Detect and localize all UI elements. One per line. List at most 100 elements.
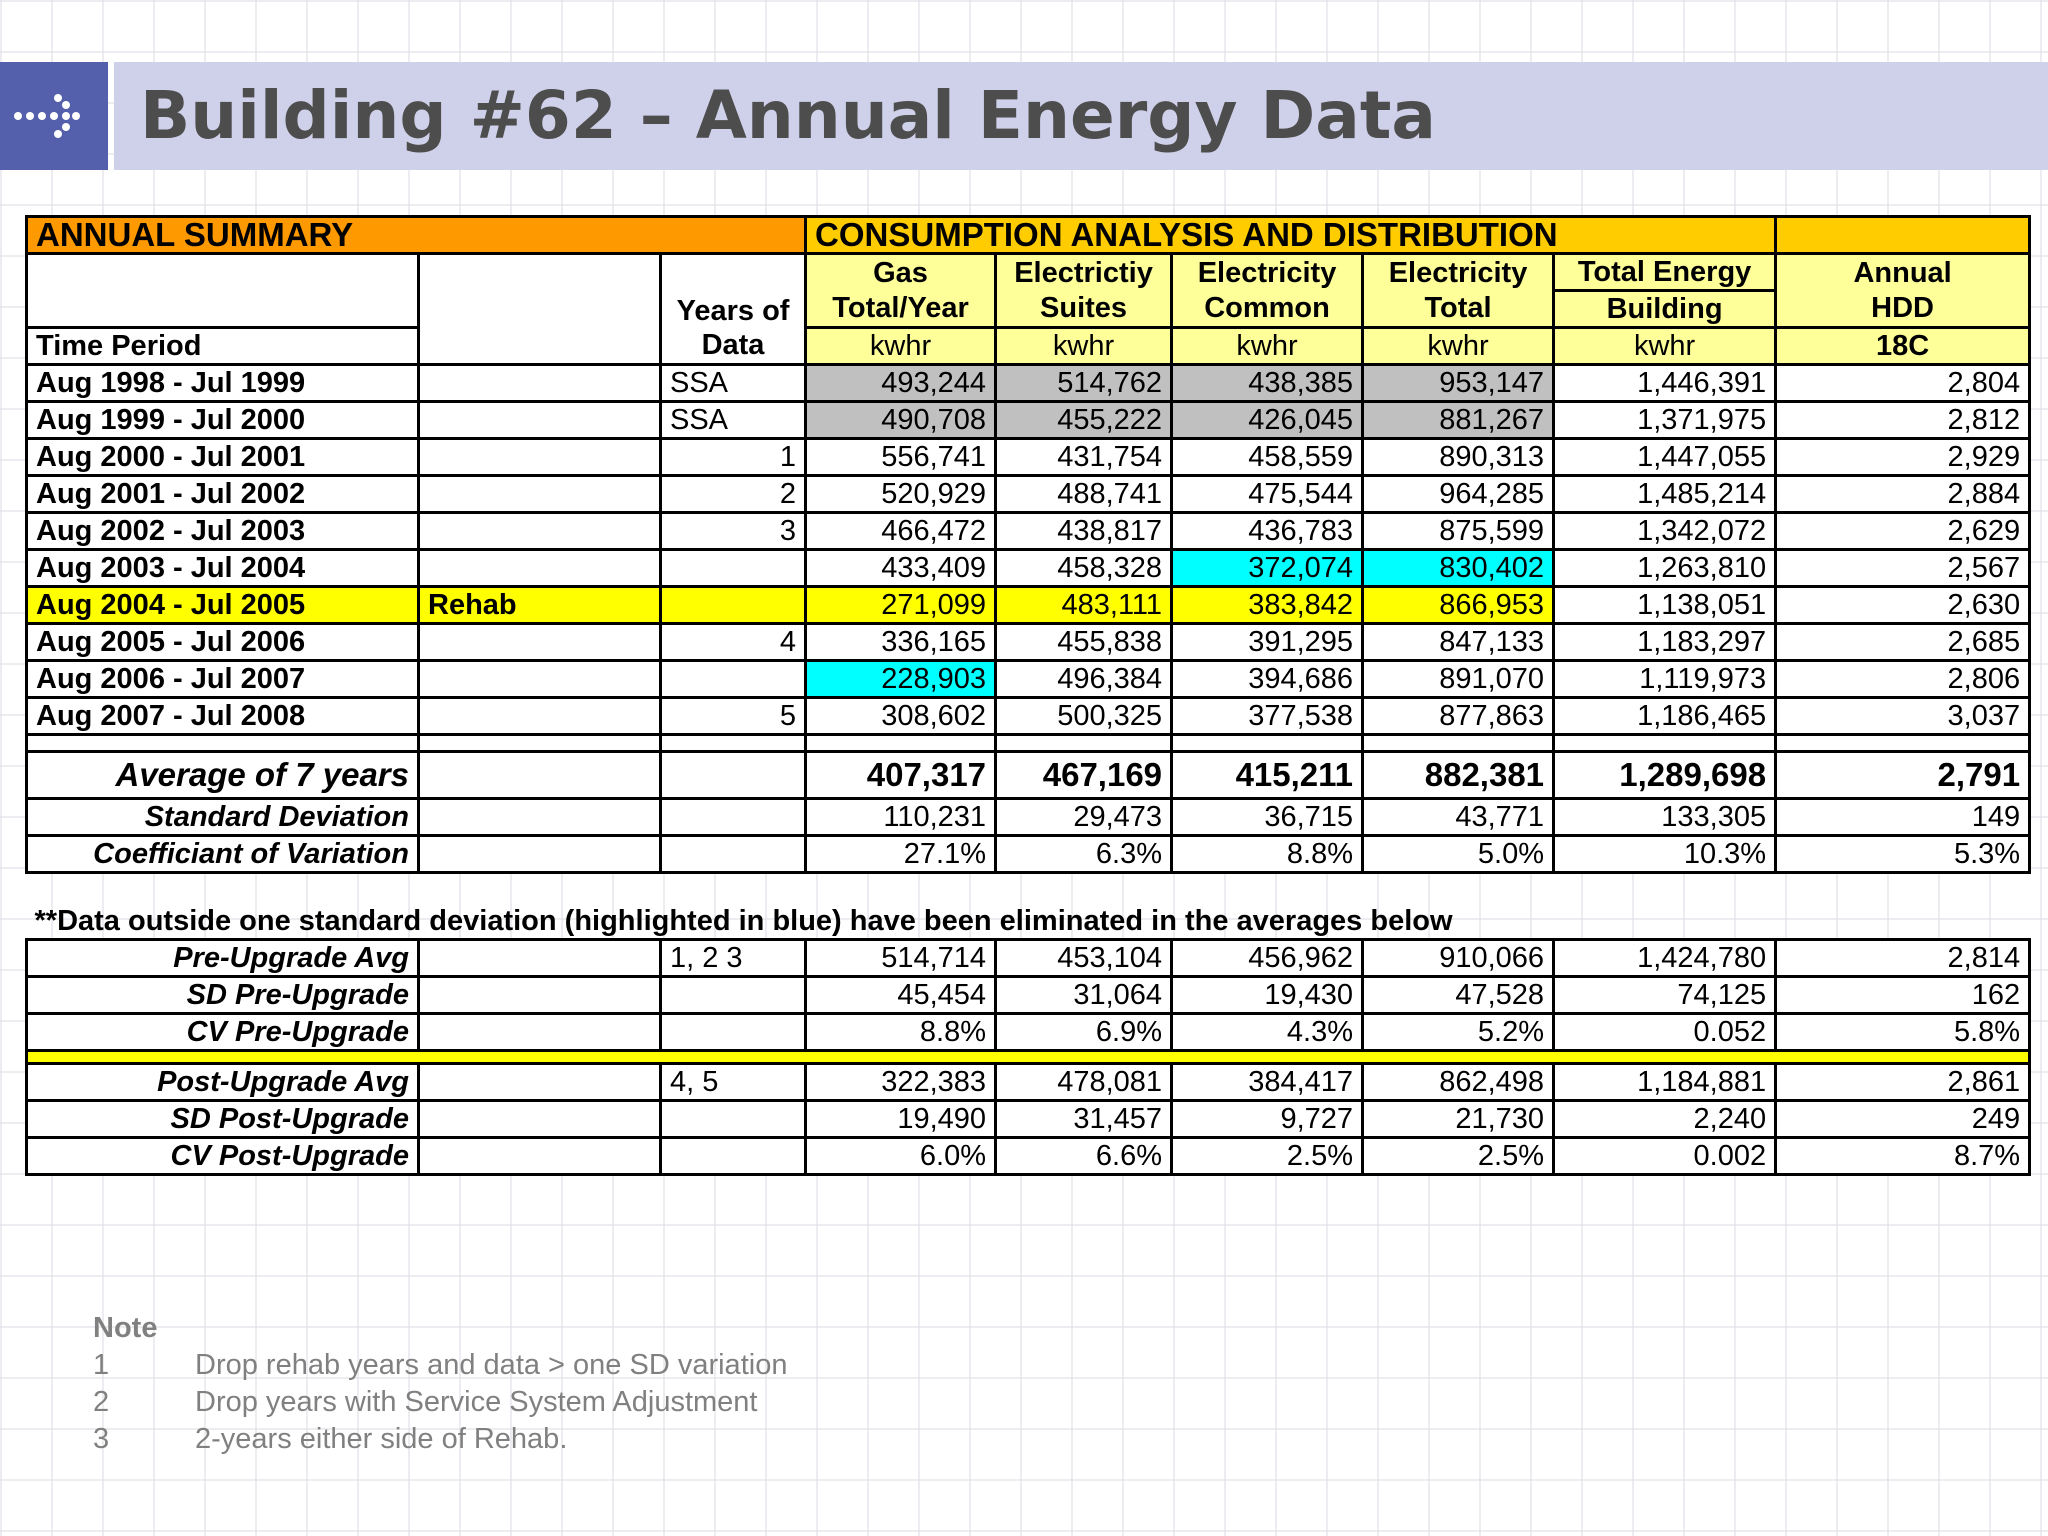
gas-pre-sd: 45,454	[804, 975, 998, 1015]
elec-total-post-cv: 2.5%	[1361, 1136, 1556, 1176]
elec-total-pre-sd: 47,528	[1361, 975, 1556, 1015]
gas-post-sd: 19,490	[804, 1099, 998, 1139]
suites-post-cv: 6.6%	[994, 1136, 1174, 1176]
common-cell: 426,045	[1170, 400, 1365, 440]
elec-total-cell: 953,147	[1361, 363, 1556, 403]
suites-cell: 500,325	[994, 696, 1174, 736]
post-upgrade-avg-row: Post-Upgrade Avg 4, 5 322,383 478,081 38…	[25, 1062, 2032, 1102]
gas-cell: 490,708	[804, 400, 998, 440]
sd-pre-upgrade-row: SD Pre-Upgrade 45,454 31,064 19,430 47,5…	[25, 975, 2032, 1015]
suites-cell: 438,817	[994, 511, 1174, 551]
hdd-cell: 2,685	[1774, 622, 2032, 662]
hdd-pre-sd: 162	[1774, 975, 2032, 1015]
note-text: 2-years either side of Rehab.	[195, 1423, 568, 1455]
arrow-icon	[0, 62, 108, 170]
gap-row	[27, 873, 2030, 905]
years-cell	[658, 548, 808, 588]
total-energy-cell: 1,119,973	[1552, 659, 1778, 699]
period-blank	[25, 252, 420, 328]
annual-summary-header: ANNUAL SUMMARY	[24, 215, 808, 255]
note-cell	[417, 474, 662, 514]
years-cell: 3	[658, 511, 808, 551]
notice-row: **Data outside one standard deviation (h…	[27, 904, 2030, 940]
separator-row	[25, 733, 2032, 753]
elec-total-std-dev: 43,771	[1361, 797, 1556, 837]
elec-total-cell: 847,133	[1361, 622, 1556, 662]
note-cell	[417, 622, 662, 662]
gas-header-1: Gas	[804, 252, 998, 291]
elec-total-cell: 891,070	[1361, 659, 1556, 699]
note-cell: Rehab	[417, 585, 662, 625]
pre-upgrade-years: 1, 2 3	[658, 938, 808, 978]
suites-cell: 514,762	[994, 363, 1174, 403]
gas-header-2: Total/Year	[804, 290, 998, 329]
note-number: 1	[93, 1349, 110, 1381]
time-period-header: Time Period	[25, 326, 420, 366]
hdd-unit: 18C	[1774, 326, 2032, 366]
elec-total-pre-avg: 910,066	[1361, 938, 1556, 978]
pre-upgrade-avg-row: Pre-Upgrade Avg 1, 2 3 514,714 453,104 4…	[25, 938, 2032, 978]
common-cell: 372,074	[1170, 548, 1365, 588]
hdd-cell: 3,037	[1774, 696, 2032, 736]
gas-std-dev: 110,231	[804, 797, 998, 837]
cv-label: Coefficiant of Variation	[25, 834, 420, 874]
hdd-post-cv: 8.7%	[1774, 1136, 2032, 1176]
table-row: Aug 2007 - Jul 2008 5 308,602 500,325 37…	[25, 696, 2032, 736]
period-cell: Aug 2005 - Jul 2006	[25, 622, 420, 662]
suites-cell: 455,838	[994, 622, 1174, 662]
note-item: 2 Drop years with Service System Adjustm…	[93, 1384, 787, 1421]
common-unit: kwhr	[1170, 326, 1365, 366]
sd-pre-upgrade-label: SD Pre-Upgrade	[25, 975, 420, 1015]
gas-cell: 228,903	[804, 659, 998, 699]
years-cell: SSA	[658, 363, 808, 403]
total-energy-pre-avg: 1,424,780	[1552, 938, 1778, 978]
total-energy-average: 1,289,698	[1552, 750, 1778, 800]
elec-total-header-1: Electricity	[1361, 252, 1556, 291]
hdd-cv: 5.3%	[1774, 834, 2032, 874]
common-pre-avg: 456,962	[1170, 938, 1365, 978]
sd-post-upgrade-row: SD Post-Upgrade 19,490 31,457 9,727 21,7…	[25, 1099, 2032, 1139]
outlier-notice: **Data outside one standard deviation (h…	[34, 905, 1453, 937]
average-row: Average of 7 years 407,317 467,169 415,2…	[25, 750, 2032, 800]
total-energy-cell: 1,263,810	[1552, 548, 1778, 588]
period-cell: Aug 2001 - Jul 2002	[25, 474, 420, 514]
suites-cell: 483,111	[994, 585, 1174, 625]
note-item: 1 Drop rehab years and data > one SD var…	[93, 1347, 787, 1384]
title-bar: Building #62 – Annual Energy Data	[0, 62, 2048, 170]
note-cell	[417, 511, 662, 551]
suites-pre-avg: 453,104	[994, 938, 1174, 978]
note-text: Drop rehab years and data > one SD varia…	[195, 1349, 788, 1381]
std-dev-row: Standard Deviation 110,231 29,473 36,715…	[25, 797, 2032, 837]
gas-pre-avg: 514,714	[804, 938, 998, 978]
table-row: Aug 2005 - Jul 2006 4 336,165 455,838 39…	[25, 622, 2032, 662]
gas-cell: 466,472	[804, 511, 998, 551]
table-row: Aug 1998 - Jul 1999 SSA 493,244 514,762 …	[25, 363, 2032, 403]
note-blank	[417, 252, 662, 366]
post-upgrade-avg-label: Post-Upgrade Avg	[25, 1062, 420, 1102]
yellow-separator-row	[24, 1049, 2032, 1065]
elec-total-average: 882,381	[1361, 750, 1556, 800]
hdd-cell: 2,929	[1774, 437, 2032, 477]
cv-post-upgrade-row: CV Post-Upgrade 6.0% 6.6% 2.5% 2.5% 0.00…	[25, 1136, 2032, 1176]
elec-total-cell: 877,863	[1361, 696, 1556, 736]
notes-heading: Note	[93, 1312, 158, 1344]
elec-total-cell: 866,953	[1361, 585, 1556, 625]
table-row: Aug 1999 - Jul 2000 SSA 490,708 455,222 …	[25, 400, 2032, 440]
common-post-sd: 9,727	[1170, 1099, 1365, 1139]
common-cell: 394,686	[1170, 659, 1365, 699]
common-cell: 438,385	[1170, 363, 1365, 403]
gas-cell: 520,929	[804, 474, 998, 514]
note-item: 3 2-years either side of Rehab.	[93, 1421, 787, 1458]
common-cell: 383,842	[1170, 585, 1365, 625]
total-energy-post-avg: 1,184,881	[1552, 1062, 1778, 1102]
note-cell	[417, 659, 662, 699]
elec-total-cell: 964,285	[1361, 474, 1556, 514]
note-number: 2	[93, 1386, 110, 1418]
total-energy-cell: 1,138,051	[1552, 585, 1778, 625]
suites-cv: 6.3%	[994, 834, 1174, 874]
common-cv: 8.8%	[1170, 834, 1365, 874]
period-cell: Aug 2007 - Jul 2008	[25, 696, 420, 736]
note-cell	[417, 437, 662, 477]
energy-data-table: ANNUAL SUMMARY CONSUMPTION ANALYSIS AND …	[24, 215, 2032, 1176]
suites-pre-cv: 6.9%	[994, 1012, 1174, 1052]
